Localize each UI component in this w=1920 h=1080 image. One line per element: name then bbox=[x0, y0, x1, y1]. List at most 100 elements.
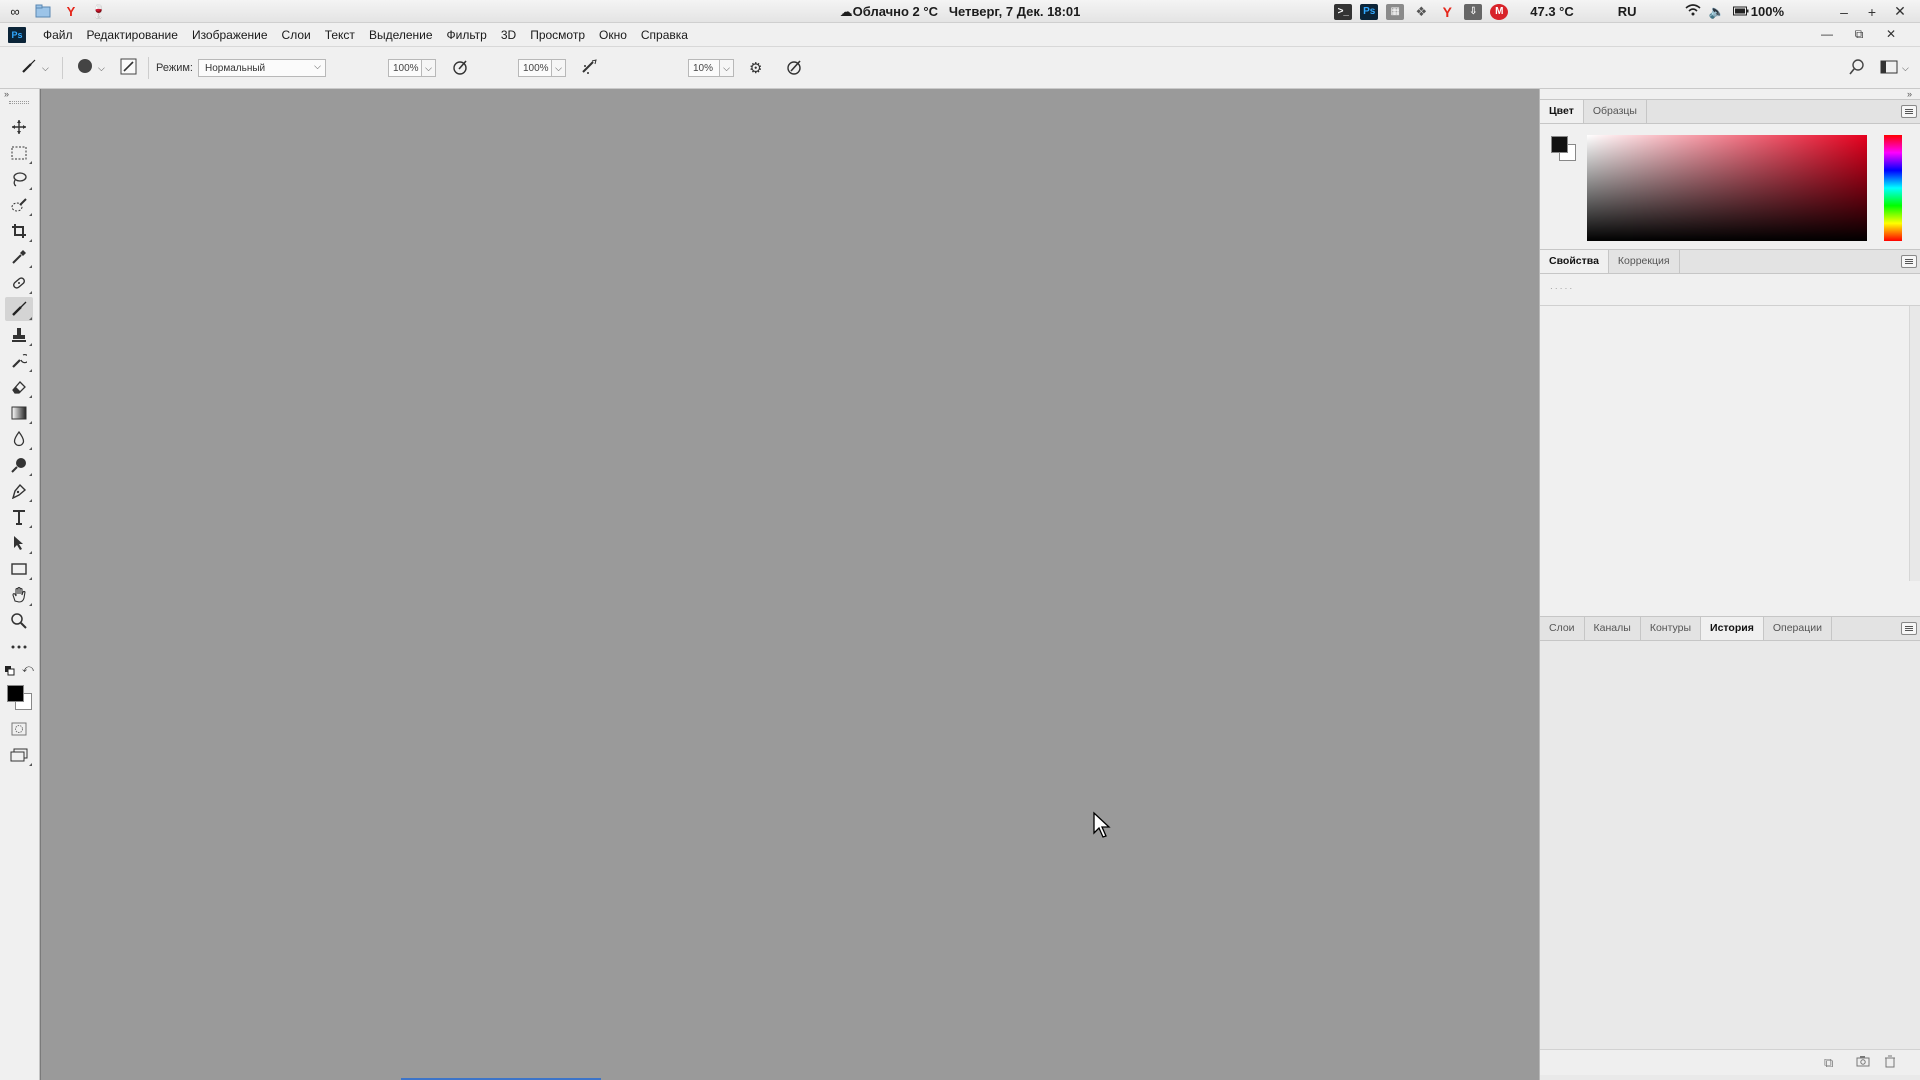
collapse-toolbar-icon[interactable]: » bbox=[4, 89, 9, 99]
gradient-tool[interactable] bbox=[5, 401, 33, 425]
blend-mode-select[interactable]: Нормальный ⌵ bbox=[198, 59, 326, 77]
pen-tool[interactable] bbox=[5, 479, 33, 503]
tab-adjustments[interactable]: Коррекция bbox=[1609, 250, 1680, 273]
type-tool[interactable] bbox=[5, 505, 33, 529]
menu-layers[interactable]: Слои bbox=[275, 23, 318, 47]
tab-actions[interactable]: Операции bbox=[1764, 617, 1832, 640]
app-close-icon[interactable]: ✕ bbox=[1880, 25, 1902, 43]
language-indicator[interactable]: RU bbox=[1618, 4, 1637, 19]
swap-colors-icon[interactable]: ⤺ bbox=[22, 663, 34, 676]
quick-mask-tool[interactable] bbox=[5, 717, 33, 741]
menu-view[interactable]: Просмотр bbox=[523, 23, 592, 47]
menu-filter[interactable]: Фильтр bbox=[440, 23, 494, 47]
smoothing-input[interactable]: 10% bbox=[688, 59, 720, 77]
collapse-panels-icon[interactable]: » bbox=[1907, 89, 1912, 99]
crop-tool[interactable] bbox=[5, 219, 33, 243]
default-colors-icon[interactable] bbox=[5, 665, 15, 679]
menu-select[interactable]: Выделение bbox=[362, 23, 440, 47]
smoothing-settings-button[interactable]: ⚙ bbox=[749, 47, 762, 89]
marquee-tool[interactable] bbox=[5, 141, 33, 165]
weather-label[interactable]: ☁Облачно 2 °C bbox=[840, 4, 938, 19]
color-picker-field[interactable] bbox=[1587, 135, 1867, 241]
delete-trash-icon[interactable] bbox=[1884, 1055, 1896, 1071]
menu-window[interactable]: Окно bbox=[592, 23, 634, 47]
menu-edit[interactable]: Редактирование bbox=[80, 23, 185, 47]
dodge-tool[interactable] bbox=[5, 453, 33, 477]
photoshop-icon[interactable]: Ps bbox=[1360, 3, 1379, 20]
airbrush-toggle[interactable] bbox=[580, 47, 598, 89]
menu-type[interactable]: Текст bbox=[318, 23, 362, 47]
opacity-input[interactable]: 100% bbox=[388, 59, 422, 77]
wine-icon[interactable]: 🍷 bbox=[90, 2, 108, 20]
file-manager-icon[interactable] bbox=[34, 2, 52, 20]
snapshot-camera-icon[interactable] bbox=[1856, 1055, 1870, 1070]
terminal-icon[interactable]: >_ bbox=[1334, 3, 1353, 20]
lasso-tool[interactable] bbox=[5, 167, 33, 191]
tab-layers[interactable]: Слои bbox=[1540, 617, 1585, 640]
monitor-icon[interactable]: ▦ bbox=[1386, 3, 1405, 20]
tab-color[interactable]: Цвет bbox=[1540, 100, 1584, 123]
brush-settings-toggle[interactable] bbox=[120, 47, 137, 89]
app-restore-icon[interactable]: ⧉ bbox=[1848, 25, 1870, 43]
flow-dropdown-icon[interactable]: ⌵ bbox=[552, 59, 566, 77]
photoshop-logo-icon[interactable]: Ps bbox=[8, 26, 26, 43]
minimize-window-icon[interactable]: – bbox=[1834, 4, 1854, 20]
menu-image[interactable]: Изображение bbox=[185, 23, 275, 47]
screen-mode-tool[interactable] bbox=[5, 743, 33, 767]
tab-channels[interactable]: Каналы bbox=[1585, 617, 1641, 640]
clone-stamp-tool[interactable] bbox=[5, 323, 33, 347]
app-minimize-icon[interactable]: — bbox=[1816, 25, 1838, 43]
toolbar-grip[interactable] bbox=[9, 101, 29, 104]
eyedropper-tool[interactable] bbox=[5, 245, 33, 269]
menu-3d[interactable]: 3D bbox=[494, 23, 523, 47]
maximize-window-icon[interactable]: + bbox=[1862, 4, 1882, 20]
smoothing-dropdown-icon[interactable]: ⌵ bbox=[720, 59, 734, 77]
new-document-from-state-icon[interactable]: ⧉ bbox=[1824, 1055, 1833, 1071]
datetime-label[interactable]: Четверг, 7 Дек. 18:01 bbox=[949, 4, 1081, 19]
hue-spectrum-slider[interactable] bbox=[1884, 135, 1902, 241]
menu-file[interactable]: Файл bbox=[36, 23, 80, 47]
infinity-menu-icon[interactable]: ∞ bbox=[6, 2, 24, 20]
opacity-dropdown-icon[interactable]: ⌵ bbox=[422, 59, 436, 77]
search-button[interactable] bbox=[1849, 47, 1865, 89]
hand-tool[interactable] bbox=[5, 583, 33, 607]
brush-tool[interactable] bbox=[5, 297, 33, 321]
panel-menu-icon[interactable] bbox=[1901, 622, 1917, 635]
document-canvas-area[interactable] bbox=[40, 89, 1539, 1080]
mail-icon[interactable]: M bbox=[1490, 3, 1509, 20]
yandex-browser-icon[interactable]: Y bbox=[62, 2, 80, 20]
path-select-tool[interactable] bbox=[5, 531, 33, 555]
properties-scrollbar[interactable] bbox=[1909, 306, 1920, 581]
more-tools-icon[interactable] bbox=[5, 635, 33, 659]
history-brush-tool[interactable] bbox=[5, 349, 33, 373]
tab-swatches[interactable]: Образцы bbox=[1584, 100, 1647, 123]
tool-preset-picker[interactable]: ⌵ bbox=[20, 47, 49, 89]
close-window-icon[interactable]: ✕ bbox=[1890, 3, 1910, 20]
zoom-tool[interactable] bbox=[5, 609, 33, 633]
rectangle-tool[interactable] bbox=[5, 557, 33, 581]
tab-properties[interactable]: Свойства bbox=[1540, 250, 1609, 273]
menu-help[interactable]: Справка bbox=[634, 23, 695, 47]
move-tool[interactable] bbox=[5, 115, 33, 139]
pressure-opacity-toggle[interactable] bbox=[451, 47, 469, 89]
yandex-tray-icon[interactable]: Y bbox=[1438, 4, 1456, 20]
panel-menu-icon[interactable] bbox=[1901, 255, 1917, 268]
flow-input[interactable]: 100% bbox=[518, 59, 552, 77]
wifi-icon[interactable] bbox=[1685, 4, 1701, 19]
blur-tool[interactable] bbox=[5, 427, 33, 451]
color-panel-foreground-swatch[interactable] bbox=[1551, 136, 1568, 153]
tab-paths[interactable]: Контуры bbox=[1641, 617, 1702, 640]
tab-history[interactable]: История bbox=[1701, 617, 1764, 640]
download-icon[interactable]: ⇩ bbox=[1464, 3, 1483, 20]
eraser-tool[interactable] bbox=[5, 375, 33, 399]
volume-icon[interactable]: 🔈 bbox=[1709, 4, 1725, 20]
brush-preset-picker[interactable]: ⌵ bbox=[76, 47, 105, 89]
workspace-switcher[interactable]: ⌵ bbox=[1880, 47, 1909, 89]
pressure-opacity-icon bbox=[451, 58, 469, 79]
healing-brush-tool[interactable] bbox=[5, 271, 33, 295]
pressure-size-toggle[interactable] bbox=[785, 47, 803, 89]
panel-menu-icon[interactable] bbox=[1901, 105, 1917, 118]
dropbox-icon[interactable]: ❖ bbox=[1412, 4, 1430, 20]
quick-select-tool[interactable] bbox=[5, 193, 33, 217]
foreground-color-swatch[interactable] bbox=[7, 685, 24, 702]
